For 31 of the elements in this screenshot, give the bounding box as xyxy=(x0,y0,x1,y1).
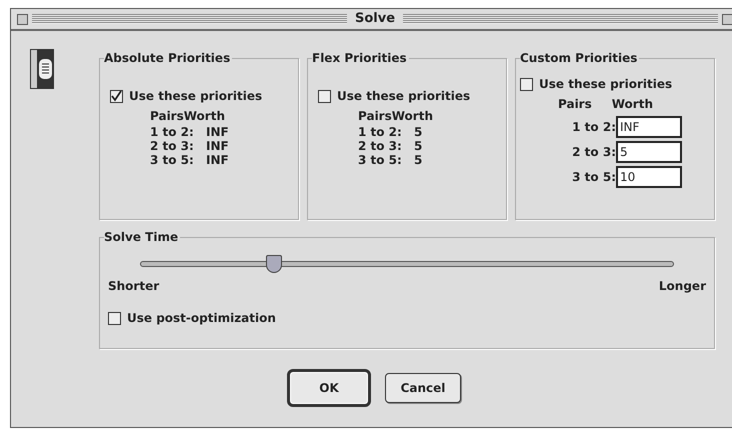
pair-label: 1 to 2: xyxy=(150,125,195,139)
pair-label: 3 to 5: xyxy=(571,169,616,186)
checkbox-label: Use these priorities xyxy=(337,88,470,105)
column-header: PairsWorth xyxy=(150,108,226,125)
column-header: Pairs xyxy=(558,96,592,113)
worth-field[interactable]: 10 xyxy=(616,166,682,188)
pair-label: 2 to 3: xyxy=(150,139,195,153)
worth-value: 5 xyxy=(414,153,422,167)
checkbox-label: Use these priorities xyxy=(539,76,672,93)
checkbox-label: Use these priorities xyxy=(129,88,262,105)
min-label: Shorter xyxy=(108,278,160,295)
dialog-button[interactable]: Cancel xyxy=(385,373,461,403)
checkbox-label: Use post-optimization xyxy=(127,310,276,327)
worth-value: 5 xyxy=(414,139,422,153)
worth-field[interactable]: INF xyxy=(616,116,682,138)
worth-value: INF xyxy=(206,153,229,167)
worth-value: INF xyxy=(206,139,229,153)
pair-label: 3 to 5: xyxy=(150,153,195,167)
worth-value: INF xyxy=(206,125,229,139)
dialog-button[interactable]: OK xyxy=(287,369,371,407)
worth-field[interactable]: 5 xyxy=(616,141,682,163)
column-header: PairsWorth xyxy=(358,108,433,125)
pair-label: 2 to 3: xyxy=(358,139,403,153)
pair-label: 2 to 3: xyxy=(571,144,616,161)
max-label: Longer xyxy=(658,278,706,295)
window-title: Solve xyxy=(354,10,396,28)
worth-value: 5 xyxy=(414,125,422,139)
pair-label: 3 to 5: xyxy=(358,153,403,167)
column-header: Worth xyxy=(612,96,653,113)
pair-label: 1 to 2: xyxy=(571,119,616,136)
pair-label: 1 to 2: xyxy=(358,125,403,139)
